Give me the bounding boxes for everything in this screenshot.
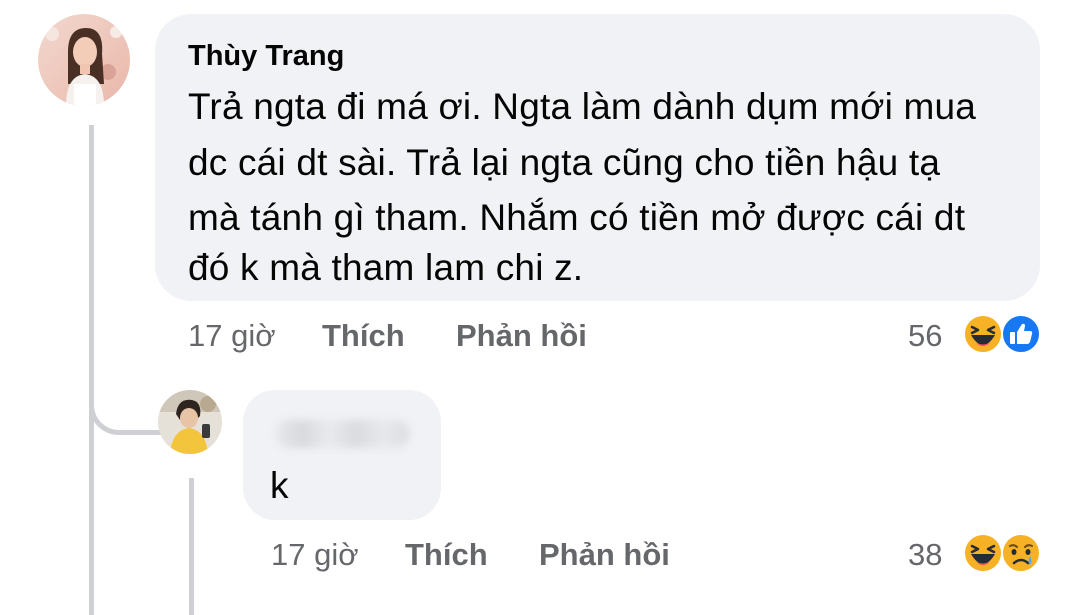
comment-author[interactable]: Thùy Trang <box>188 40 344 73</box>
thread-connector-curve <box>89 390 164 435</box>
avatar[interactable] <box>38 14 130 106</box>
thread-line-main <box>89 125 94 615</box>
comment-text-line-3: mà tánh gì tham. Nhắm có tiền mở được cá… <box>188 197 966 238</box>
reply-text: k <box>270 465 289 506</box>
comment-text-line-2: dc cái dt sài. Trả lại ngta cũng cho tiề… <box>188 142 941 183</box>
reply-reply-button[interactable]: Phản hồi <box>539 537 670 573</box>
avatar-photo <box>38 14 130 106</box>
reply-avatar[interactable] <box>158 390 222 454</box>
haha-icon[interactable] <box>962 532 1004 574</box>
reaction-count[interactable]: 56 <box>908 318 942 354</box>
reply-timestamp[interactable]: 17 giờ <box>271 537 359 573</box>
comment-text-line-1: Trả ngta đi má ơi. Ngta làm dành dụm mới… <box>188 86 977 127</box>
like-button[interactable]: Thích <box>322 318 405 354</box>
haha-icon[interactable] <box>962 313 1004 355</box>
reply-like-button[interactable]: Thích <box>405 537 488 573</box>
like-icon[interactable] <box>1000 313 1042 355</box>
comment-text-line-4: đó k mà tham lam chi z. <box>188 247 584 288</box>
reply-author-redacted <box>275 420 410 448</box>
reply-reaction-count[interactable]: 38 <box>908 537 942 573</box>
reply-button[interactable]: Phản hồi <box>456 318 587 354</box>
thread-line-reply <box>189 478 194 615</box>
comment-timestamp[interactable]: 17 giờ <box>188 318 276 354</box>
sad-icon[interactable] <box>1000 532 1042 574</box>
reply-avatar-photo <box>158 390 222 454</box>
